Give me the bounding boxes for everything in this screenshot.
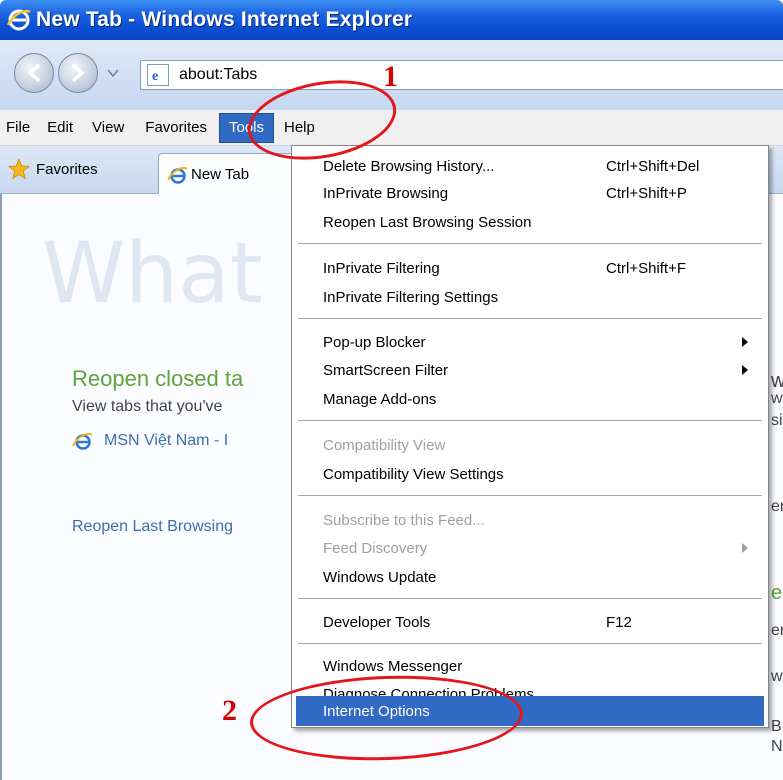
favorites-button[interactable]: Favorites	[8, 158, 98, 180]
menu-reopen-last-session[interactable]: Reopen Last Browsing Session	[296, 210, 764, 234]
back-arrow-icon	[27, 64, 40, 82]
closed-tab-link-label: MSN Việt Nam - I	[104, 432, 229, 449]
right-fragment: en	[771, 622, 783, 639]
reopen-closed-tabs-heading: Reopen closed ta	[72, 366, 244, 391]
menu-windows-update[interactable]: Windows Update	[296, 565, 764, 589]
star-icon	[8, 158, 30, 180]
ie-page-icon: e	[152, 69, 158, 83]
submenu-arrow-icon	[742, 365, 748, 375]
menu-popup-blocker[interactable]: Pop-up Blocker	[296, 330, 764, 354]
ie-logo-icon	[6, 9, 31, 31]
reopen-last-session-link[interactable]: Reopen Last Browsing	[72, 518, 233, 536]
menu-favorites[interactable]: Favorites	[133, 113, 216, 143]
right-fragment: w	[771, 668, 783, 685]
address-bar[interactable]: e about:Tabs	[140, 60, 783, 90]
right-fragment: si	[771, 412, 783, 429]
menu-compatibility-view-settings[interactable]: Compatibility View Settings	[296, 462, 764, 486]
svg-text:e: e	[152, 69, 158, 83]
tab-label: New Tab	[191, 166, 250, 183]
menu-developer-tools[interactable]: Developer Tools F12	[296, 610, 764, 634]
annotation-step-1: 1	[383, 60, 398, 93]
back-button[interactable]	[14, 53, 54, 93]
tools-menu: Delete Browsing History... Ctrl+Shift+Del…	[291, 145, 769, 728]
right-fragment: N	[771, 738, 783, 755]
menu-edit[interactable]: Edit	[39, 113, 82, 143]
menu-compatibility-view: Compatibility View	[323, 436, 446, 454]
forward-arrow-icon	[72, 64, 85, 82]
menu-separator	[298, 598, 762, 599]
right-fragment: en	[771, 498, 783, 515]
submenu-arrow-icon	[742, 543, 748, 553]
tab-new-tab[interactable]: New Tab	[158, 153, 298, 195]
right-fragment: w	[771, 390, 783, 407]
window-title: New Tab - Windows Internet Explorer	[36, 8, 413, 31]
menu-feed-discovery: Feed Discovery	[296, 536, 764, 560]
menu-view[interactable]: View	[82, 113, 133, 143]
menu-separator	[298, 643, 762, 644]
menu-windows-messenger[interactable]: Windows Messenger	[296, 654, 764, 678]
menu-separator	[298, 420, 762, 421]
recent-pages-chevron-icon[interactable]	[107, 68, 119, 78]
title-bar: New Tab - Windows Internet Explorer	[0, 0, 783, 40]
ie-tab-icon	[167, 166, 188, 184]
menu-smartscreen-filter[interactable]: SmartScreen Filter	[296, 358, 764, 382]
right-fragment: e	[771, 582, 783, 604]
submenu-arrow-icon	[742, 337, 748, 347]
menu-inprivate-filtering-settings[interactable]: InPrivate Filtering Settings	[296, 285, 764, 309]
forward-button[interactable]	[58, 53, 98, 93]
menu-separator	[298, 495, 762, 496]
menu-delete-browsing-history[interactable]: Delete Browsing History... Ctrl+Shift+Del	[296, 154, 764, 178]
address-url: about:Tabs	[179, 66, 258, 83]
menu-separator	[298, 318, 762, 319]
right-fragment: B	[771, 718, 782, 735]
menu-inprivate-filtering[interactable]: InPrivate Filtering Ctrl+Shift+F	[296, 256, 764, 280]
view-tabs-text: View tabs that you've	[72, 398, 223, 415]
ie-link-icon	[72, 433, 93, 450]
annotation-step-2: 2	[222, 694, 237, 727]
page-icon: e	[147, 64, 169, 86]
menu-inprivate-browsing[interactable]: InPrivate Browsing Ctrl+Shift+P	[296, 181, 764, 205]
menu-manage-addons[interactable]: Manage Add-ons	[296, 387, 764, 411]
menu-separator	[298, 243, 762, 244]
closed-tab-link[interactable]: MSN Việt Nam - I	[72, 430, 228, 452]
menu-file[interactable]: File	[0, 113, 39, 143]
menu-subscribe-feed: Subscribe to this Feed...	[323, 511, 485, 529]
favorites-label: Favorites	[36, 160, 98, 178]
